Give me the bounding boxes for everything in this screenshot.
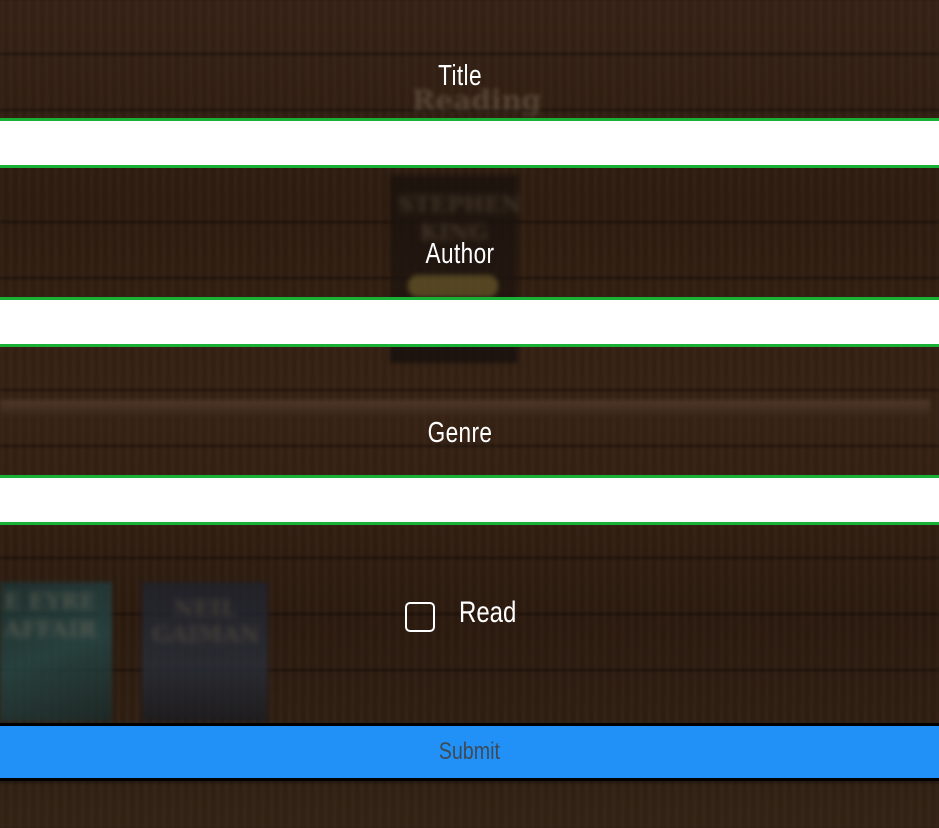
author-input[interactable]	[0, 297, 939, 347]
read-checkbox[interactable]	[405, 602, 435, 632]
submit-button-label: Submit	[438, 738, 501, 765]
genre-label: Genre	[427, 417, 493, 449]
add-book-form: Title Author Genre Read Submit	[0, 0, 939, 828]
read-checkbox-label[interactable]: Read	[459, 596, 516, 630]
title-input[interactable]	[0, 118, 939, 168]
genre-input[interactable]	[0, 475, 939, 525]
title-label: Title	[438, 60, 482, 92]
author-label: Author	[425, 238, 495, 270]
submit-button[interactable]: Submit	[0, 723, 939, 781]
